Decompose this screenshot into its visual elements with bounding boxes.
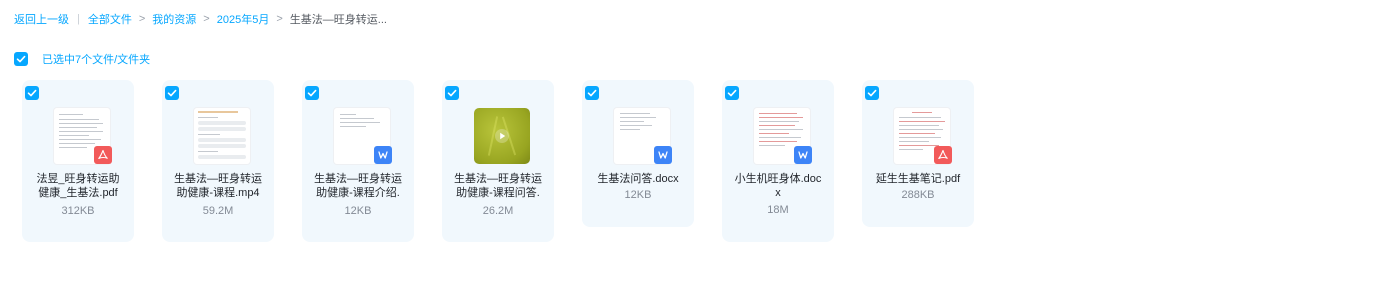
video-frame-preview (194, 108, 250, 164)
file-card[interactable]: 生基法—旺身转运 助健康-课程介绍. 12KB (302, 80, 414, 242)
word-icon (654, 146, 672, 164)
check-icon (307, 89, 317, 97)
select-all-checkbox[interactable] (14, 52, 28, 66)
file-checkbox[interactable] (445, 86, 459, 100)
file-size: 12KB (344, 205, 372, 217)
file-checkbox[interactable] (165, 86, 179, 100)
word-icon (374, 146, 392, 164)
selection-count: 已选中7个文件/文件夹 (42, 54, 151, 66)
check-icon (727, 89, 737, 97)
file-checkbox[interactable] (305, 86, 319, 100)
file-thumbnail (614, 108, 672, 164)
file-checkbox[interactable] (25, 86, 39, 100)
video-thumbnail (474, 108, 530, 164)
file-checkbox[interactable] (725, 86, 739, 100)
file-thumbnail (474, 108, 530, 164)
file-thumbnail (894, 108, 952, 164)
breadcrumb: 返回上一级 | 全部文件 > 我的资源 > 2025年5月 > 生基法—旺身转运… (14, 11, 387, 27)
play-icon (495, 129, 509, 143)
file-size: 59.2M (202, 205, 234, 217)
file-card[interactable]: 小生机旺身体.doc x 18M (722, 80, 834, 242)
file-card[interactable]: 生基法—旺身转运 助健康-课程.mp4 59.2M (162, 80, 274, 242)
file-checkbox[interactable] (865, 86, 879, 100)
file-size: 312KB (61, 205, 95, 217)
back-link[interactable]: 返回上一级 (14, 11, 69, 27)
chevron-right-icon: > (203, 13, 210, 25)
chevron-right-icon: > (138, 13, 146, 25)
file-card[interactable]: 法昱_旺身转运助 健康_生基法.pdf 312KB (22, 80, 134, 242)
breadcrumb-current: 生基法—旺身转运... (289, 14, 387, 26)
file-thumbnail (334, 108, 392, 164)
pdf-icon (934, 146, 952, 164)
check-icon (167, 89, 177, 97)
breadcrumb-divider: | (77, 13, 80, 25)
breadcrumb-my-resources[interactable]: 我的资源 (152, 11, 196, 27)
chevron-right-icon: > (276, 13, 283, 25)
file-name: 法昱_旺身转运助 健康_生基法.pdf (36, 173, 120, 199)
breadcrumb-2025-may[interactable]: 2025年5月 (217, 11, 270, 27)
check-icon (27, 89, 37, 97)
pdf-icon (94, 146, 112, 164)
file-name: 生基法—旺身转运 助健康-课程问答. (454, 173, 542, 199)
file-name: 生基法问答.docx (597, 173, 679, 185)
file-name: 小生机旺身体.doc x (734, 173, 822, 199)
file-thumbnail (754, 108, 812, 164)
file-thumbnail (194, 108, 250, 164)
file-card[interactable]: 生基法—旺身转运 助健康-课程问答. 26.2M (442, 80, 554, 242)
breadcrumb-all-files[interactable]: 全部文件 (88, 11, 132, 27)
file-size: 26.2M (482, 205, 514, 217)
file-card[interactable]: 延生生基笔记.pdf 288KB (862, 80, 974, 227)
selection-bar: 已选中7个文件/文件夹 (14, 51, 150, 67)
file-name: 生基法—旺身转运 助健康-课程.mp4 (174, 173, 262, 199)
file-card[interactable]: 生基法问答.docx 12KB (582, 80, 694, 227)
file-size: 18M (767, 204, 789, 216)
file-size: 288KB (901, 189, 935, 201)
file-thumbnail (54, 108, 112, 164)
file-name: 延生生基笔记.pdf (875, 173, 961, 185)
word-icon (794, 146, 812, 164)
file-name: 生基法—旺身转运 助健康-课程介绍. (314, 173, 402, 199)
check-icon (447, 89, 457, 97)
check-icon (867, 89, 877, 97)
check-icon (16, 55, 26, 63)
file-checkbox[interactable] (585, 86, 599, 100)
check-icon (587, 89, 597, 97)
file-size: 12KB (624, 189, 652, 201)
